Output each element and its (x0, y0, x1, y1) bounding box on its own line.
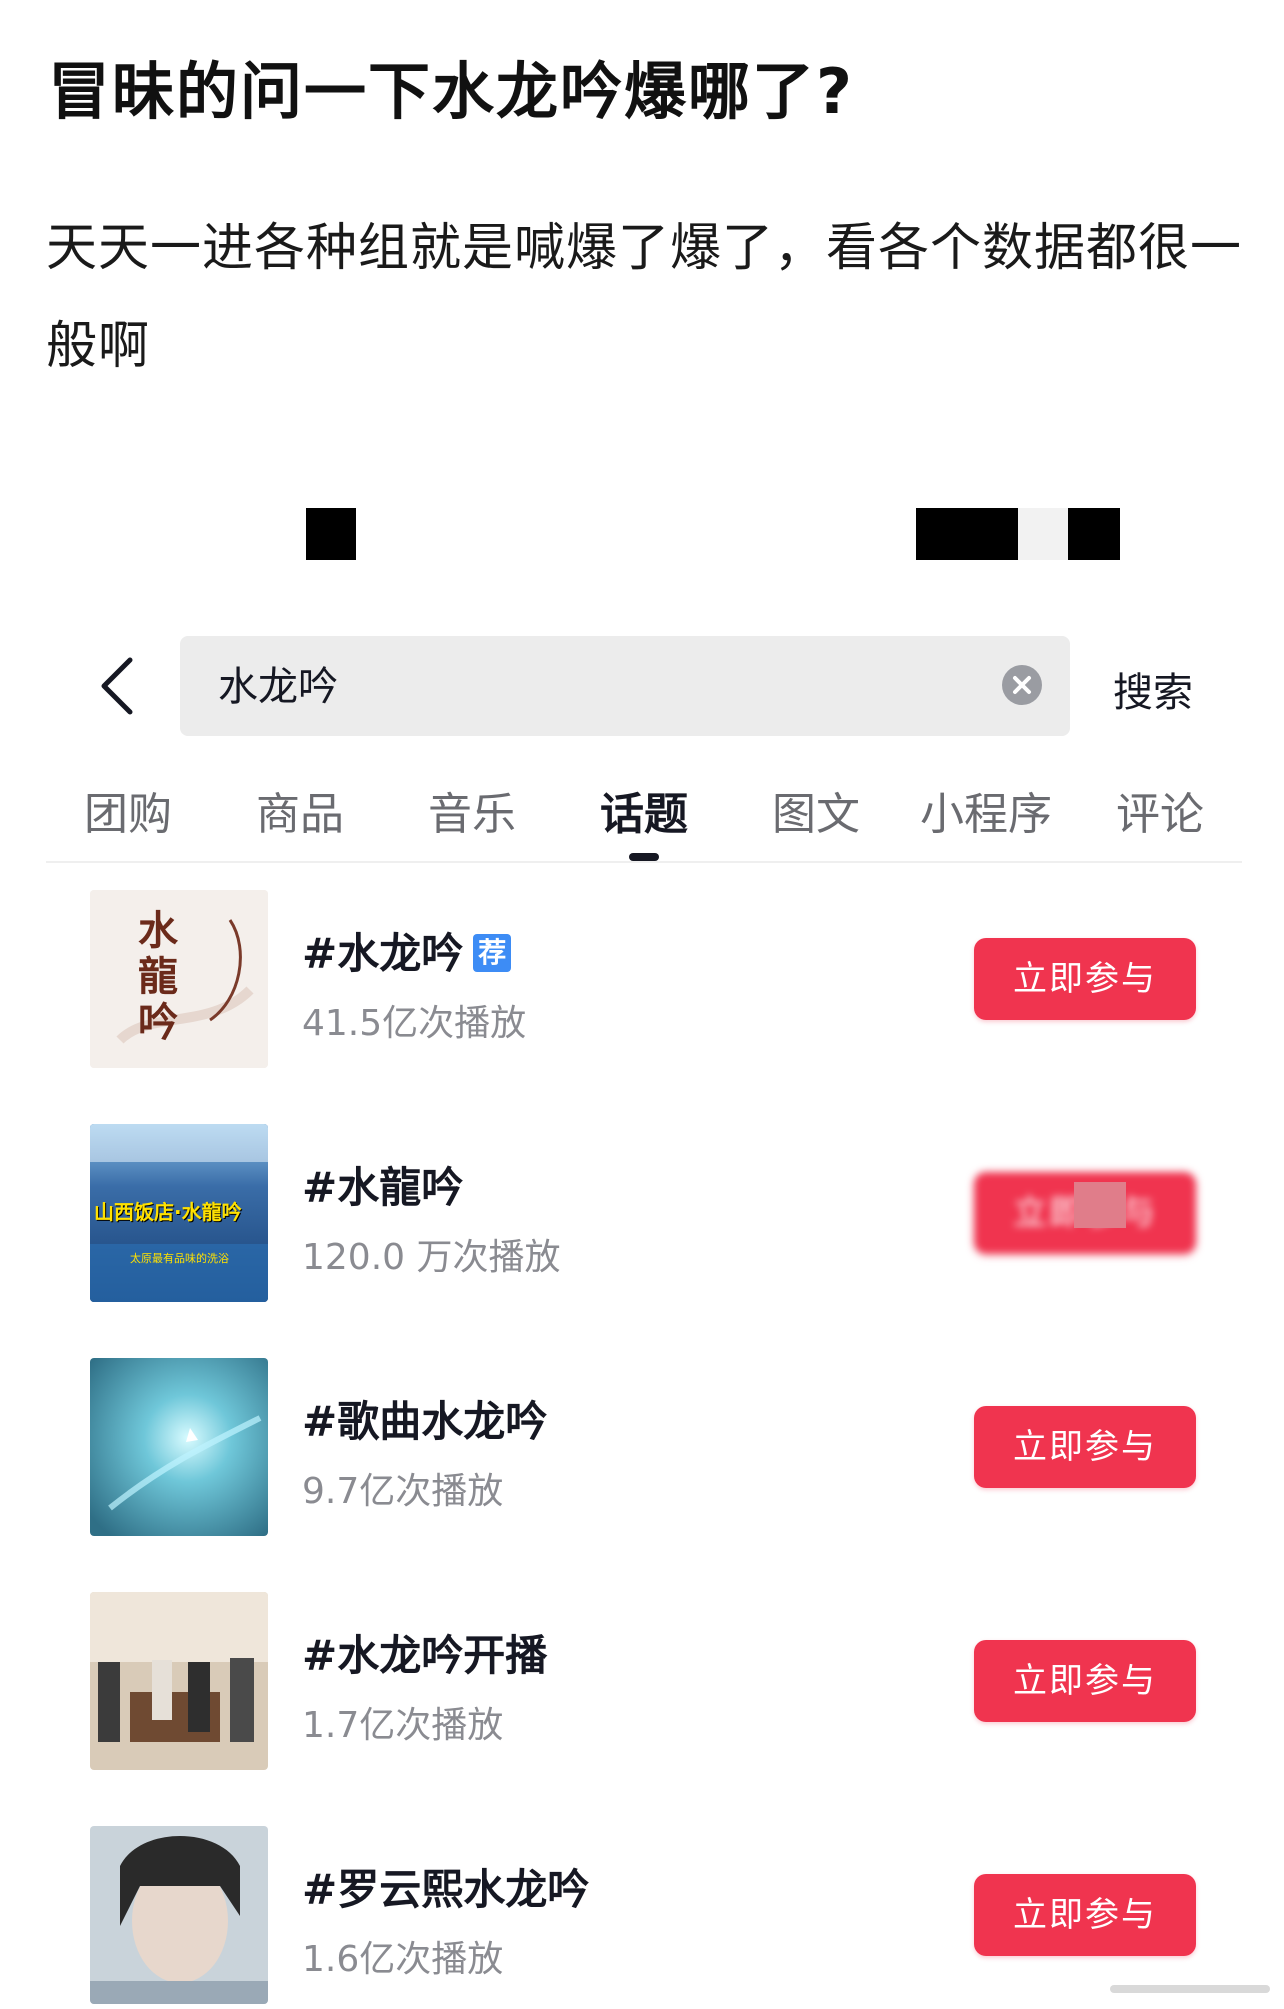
redaction-block (1074, 1182, 1126, 1228)
topic-row[interactable]: #罗云熙水龙吟 1.6亿次播放 立即参与 (0, 1826, 1284, 2006)
tab-music[interactable]: 音乐 (428, 778, 516, 842)
back-icon[interactable] (96, 656, 146, 716)
thumbnail-caption: 山西饭店·水龍吟 (94, 1200, 242, 1224)
search-input[interactable] (218, 660, 918, 706)
join-button[interactable]: 立即参与 (974, 1406, 1196, 1488)
thumbnail-calligraphy: 水龍吟 (138, 907, 178, 1046)
thumbnail-subcaption: 太原最有品味的洗浴 (130, 1252, 229, 1265)
topic-thumbnail (90, 1826, 268, 2004)
redaction-block (306, 508, 356, 560)
join-button[interactable]: 立即参与 (974, 938, 1196, 1020)
topic-row[interactable]: 水龍吟 #水龙吟荐 41.5亿次播放 立即参与 (0, 890, 1284, 1070)
clear-icon[interactable] (1002, 665, 1042, 705)
divider (46, 861, 1242, 863)
tab-group-buy[interactable]: 团购 (84, 778, 172, 842)
topic-row[interactable]: 山西饭店·水龍吟 太原最有品味的洗浴 #水龍吟 120.0 万次播放 立即参与 (0, 1124, 1284, 1304)
play-count: 9.7亿次播放 (302, 1471, 504, 1512)
join-button[interactable]: 立即参与 (974, 1874, 1196, 1956)
tab-topics[interactable]: 话题 (600, 778, 688, 842)
topic-row[interactable]: #歌曲水龙吟 9.7亿次播放 立即参与 (0, 1358, 1284, 1538)
post-title: 冒昧的问一下水龙吟爆哪了? (48, 55, 854, 128)
topic-title: #水龙吟荐 (302, 920, 512, 981)
recommended-badge: 荐 (473, 934, 512, 972)
topic-row[interactable]: #水龙吟开播 1.7亿次播放 立即参与 (0, 1592, 1284, 1772)
home-indicator (1110, 1985, 1270, 1993)
topic-title: #水龍吟 (302, 1163, 464, 1212)
redaction-block (1068, 508, 1120, 560)
tab-products[interactable]: 商品 (256, 778, 344, 842)
tab-image-text[interactable]: 图文 (772, 778, 860, 842)
play-count: 1.6亿次播放 (302, 1939, 504, 1980)
topic-thumbnail (90, 1358, 268, 1536)
tab-mini-programs[interactable]: 小程序 (920, 778, 1052, 842)
topic-thumbnail (90, 1592, 268, 1770)
search-box[interactable] (180, 636, 1070, 736)
play-count: 120.0 万次播放 (302, 1237, 561, 1278)
play-count: 1.7亿次播放 (302, 1705, 504, 1746)
play-count: 41.5亿次播放 (302, 1003, 527, 1044)
topic-thumbnail: 山西饭店·水龍吟 太原最有品味的洗浴 (90, 1124, 268, 1302)
tab-comments[interactable]: 评论 (1116, 778, 1204, 842)
category-tabs: 团购 商品 音乐 话题 图文 小程序 评论 (0, 778, 1284, 862)
join-button[interactable]: 立即参与 (974, 1640, 1196, 1722)
post-body: 天天一进各种组就是喊爆了爆了，看各个数据都很一般啊 (46, 219, 1243, 376)
active-tab-indicator (629, 853, 659, 861)
topic-title: #歌曲水龙吟 (302, 1397, 548, 1446)
topic-title: #水龙吟开播 (302, 1631, 548, 1680)
topic-title: #罗云熙水龙吟 (302, 1865, 590, 1914)
redaction-block (1018, 508, 1068, 560)
topic-title-text: #水龙吟 (302, 929, 464, 978)
search-button[interactable]: 搜索 (1113, 660, 1193, 718)
redaction-block (916, 508, 1018, 560)
topic-thumbnail: 水龍吟 (90, 890, 268, 1068)
